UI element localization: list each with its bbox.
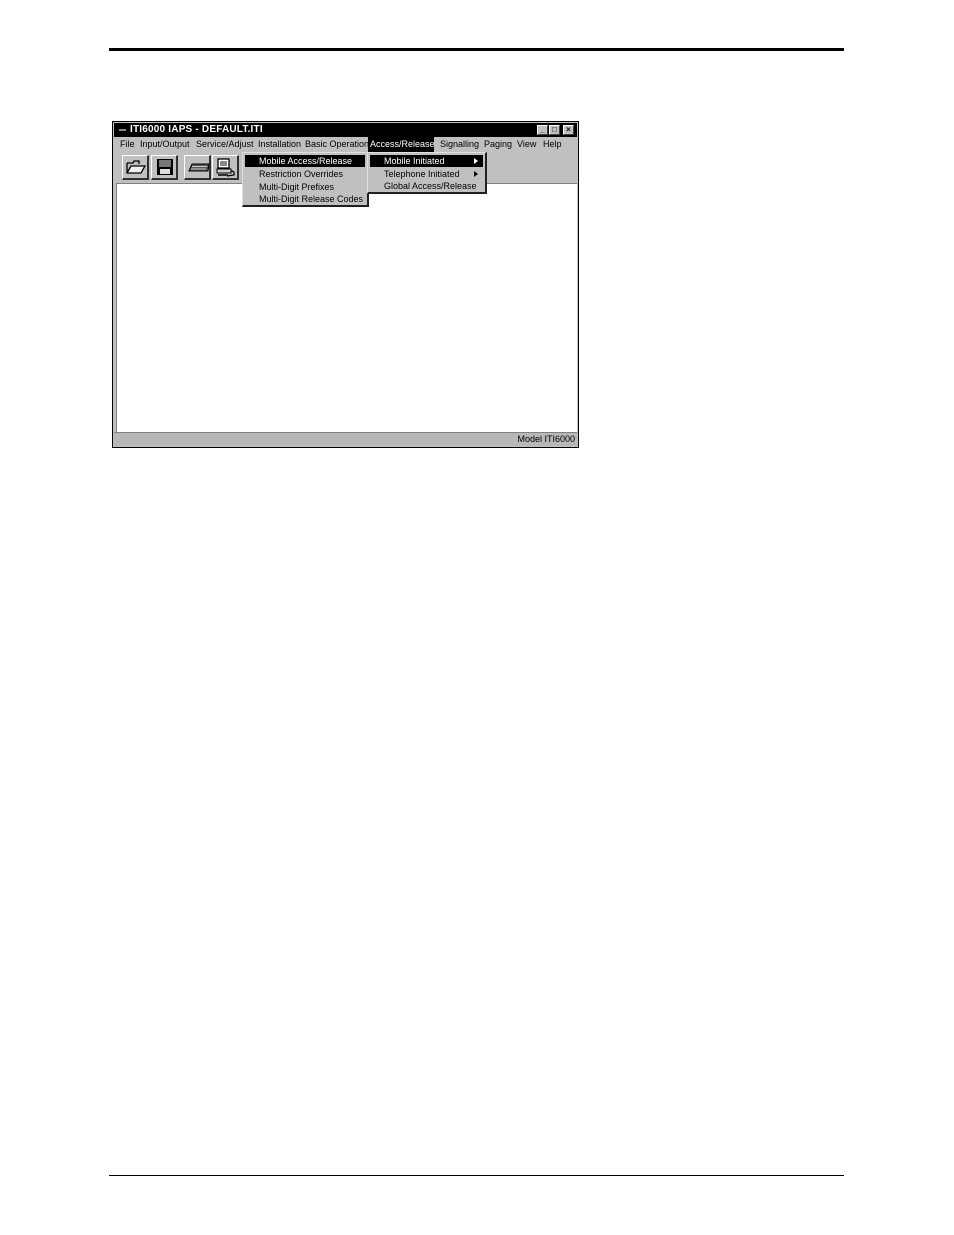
menu-view[interactable]: View bbox=[515, 137, 538, 152]
application-window: ITI6000 IAPS - DEFAULT.ITI _ □ × File In… bbox=[112, 121, 579, 448]
menu-installation[interactable]: Installation bbox=[256, 137, 303, 152]
menu-item-multi-digit-release-codes[interactable]: Multi-Digit Release Codes bbox=[245, 193, 365, 205]
menu-item-mobile-access-release[interactable]: Mobile Access/Release bbox=[245, 155, 365, 167]
access-release-menu: Mobile Access/Release Restriction Overri… bbox=[242, 152, 369, 207]
submenu-item-mobile-initiated-label: Mobile Initiated bbox=[384, 156, 445, 166]
menu-basic-operation[interactable]: Basic Operation bbox=[303, 137, 371, 152]
maximize-button[interactable]: □ bbox=[549, 125, 560, 135]
menu-access-release[interactable]: Access/Release bbox=[368, 137, 435, 152]
submenu-item-telephone-initiated[interactable]: Telephone Initiated bbox=[370, 168, 483, 180]
keyboard-button[interactable] bbox=[184, 155, 211, 180]
status-bar: Model ITI6000 bbox=[114, 432, 577, 446]
menu-service-adjust[interactable]: Service/Adjust bbox=[194, 137, 256, 152]
open-button[interactable] bbox=[122, 155, 149, 180]
computer-button[interactable] bbox=[212, 155, 239, 180]
page-bottom-rule bbox=[109, 1175, 844, 1176]
submenu-item-telephone-initiated-label: Telephone Initiated bbox=[384, 169, 460, 179]
submenu-item-global-access-release[interactable]: Global Access/Release bbox=[370, 180, 483, 192]
minimize-button[interactable]: _ bbox=[537, 125, 548, 135]
status-model-label: Model ITI6000 bbox=[517, 434, 575, 444]
page-top-rule bbox=[109, 48, 844, 51]
system-menu-icon[interactable] bbox=[119, 129, 126, 131]
menu-item-multi-digit-prefixes[interactable]: Multi-Digit Prefixes bbox=[245, 181, 365, 193]
menu-input-output[interactable]: Input/Output bbox=[138, 137, 192, 152]
menu-signalling[interactable]: Signalling bbox=[438, 137, 481, 152]
mobile-access-submenu: Mobile Initiated Telephone Initiated Glo… bbox=[367, 152, 487, 194]
submenu-item-mobile-initiated[interactable]: Mobile Initiated bbox=[370, 155, 483, 167]
close-button[interactable]: × bbox=[563, 125, 574, 135]
title-bar[interactable]: ITI6000 IAPS - DEFAULT.ITI _ □ × bbox=[114, 123, 577, 137]
menu-file[interactable]: File bbox=[118, 137, 137, 152]
window-title: ITI6000 IAPS - DEFAULT.ITI bbox=[130, 124, 263, 135]
save-button[interactable] bbox=[151, 155, 178, 180]
menu-item-restriction-overrides[interactable]: Restriction Overrides bbox=[245, 168, 365, 180]
menu-paging[interactable]: Paging bbox=[482, 137, 514, 152]
menu-help[interactable]: Help bbox=[541, 137, 564, 152]
submenu-arrow-icon bbox=[474, 171, 478, 177]
client-area[interactable] bbox=[116, 183, 577, 432]
submenu-arrow-icon bbox=[474, 158, 478, 164]
menu-bar: File Input/Output Service/Adjust Install… bbox=[114, 137, 577, 152]
